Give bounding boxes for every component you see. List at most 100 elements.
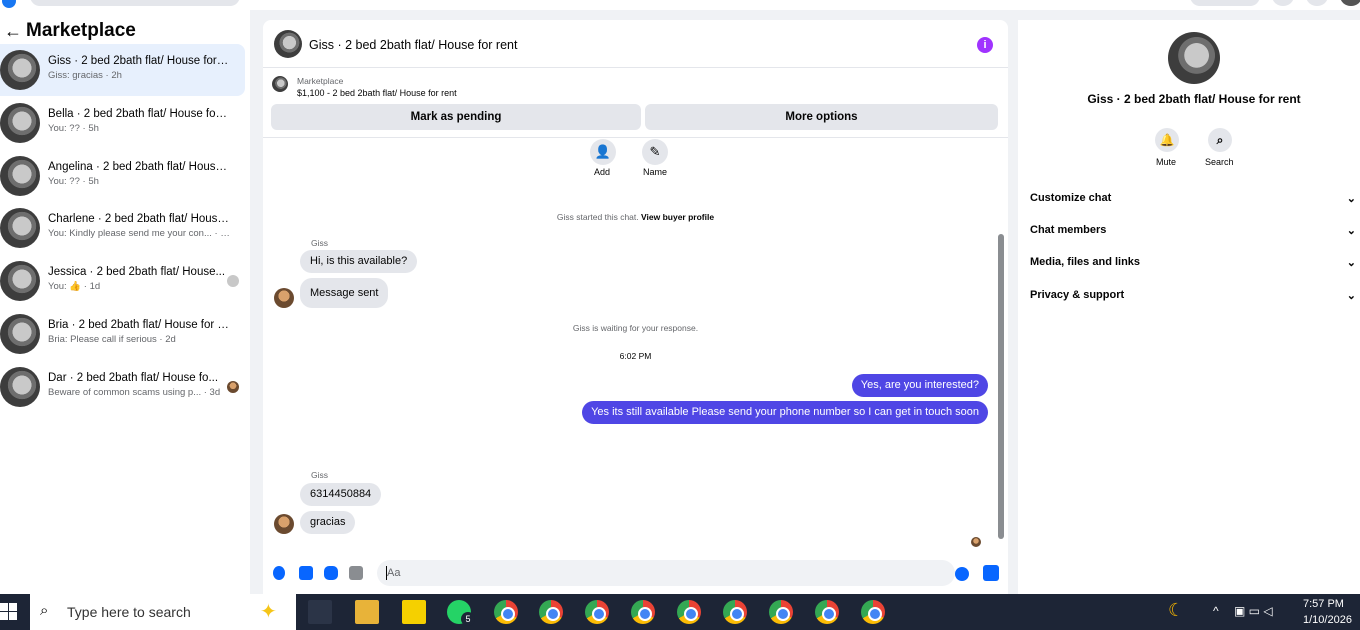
magnifier-icon: ⌕ (40, 602, 49, 619)
conversation-thumbnail (0, 208, 40, 248)
mute-bell-icon[interactable]: 🔔 (1155, 128, 1179, 152)
listing-title[interactable]: $1,100 - 2 bed 2bath flat/ House for ren… (297, 88, 457, 98)
read-receipt-avatar (971, 537, 981, 547)
details-title: Giss · 2 bed 2bath flat/ House for rent (1087, 92, 1301, 106)
sparkle-icon: ✦ (260, 601, 277, 623)
conversation-snippet: Giss: gracias · 2h (48, 70, 122, 81)
outgoing-message[interactable]: Yes its still available Please send your… (582, 401, 988, 424)
chrome-profile-icon[interactable] (631, 600, 655, 624)
section-label: Chat members (1030, 224, 1107, 236)
photo-icon[interactable] (299, 566, 313, 580)
sender-avatar[interactable] (274, 514, 294, 534)
file-explorer-icon[interactable] (355, 600, 379, 624)
incoming-message[interactable]: 6314450884 (300, 483, 382, 506)
search-label: Search (1205, 157, 1234, 167)
messenger-icon[interactable] (1306, 0, 1328, 6)
whatsapp-icon[interactable]: 5 (447, 600, 475, 626)
chrome-profile-icon[interactable] (677, 600, 701, 624)
night-mode-icon[interactable]: ☾ (1168, 600, 1184, 621)
message-input[interactable]: Aa (377, 560, 955, 586)
sender-avatar[interactable] (274, 288, 294, 308)
message-scrollbar[interactable] (998, 234, 1004, 539)
gif-icon[interactable] (349, 566, 363, 580)
marketplace-label: Marketplace (297, 76, 344, 86)
section-label: Customize chat (1030, 192, 1112, 204)
conversation-title: Giss · 2 bed 2bath flat/ House for r... (48, 55, 230, 67)
windows-start-icon[interactable] (0, 603, 18, 621)
top-nav-pill[interactable] (1190, 0, 1260, 6)
conversation-item-bella[interactable]: Bella · 2 bed 2bath flat/ House for ... … (0, 97, 245, 149)
section-customize-chat[interactable]: Customize chat ⌄ (1030, 192, 1356, 212)
windows-taskbar: ⌕ Type here to search ✦ 5 ☾ ^ ▣ ▭ ◁ 7:57… (0, 594, 1360, 630)
conversation-snippet: Beware of common scams using p... · 3d (48, 387, 221, 398)
conversation-snippet: You: 👍 · 1d (48, 281, 101, 292)
listing-thumbnail[interactable] (272, 76, 288, 92)
profile-avatar[interactable] (1340, 0, 1360, 6)
add-person-icon[interactable]: 👤 (590, 139, 616, 165)
task-view-icon[interactable] (308, 600, 332, 624)
chrome-profile-icon[interactable] (494, 600, 518, 624)
conversation-title: Dar · 2 bed 2bath flat/ House fo... (48, 372, 219, 384)
incoming-message[interactable]: Hi, is this available? (300, 250, 418, 273)
section-label: Media, files and links (1030, 256, 1141, 268)
search-icon[interactable]: ⌕ (1208, 128, 1232, 152)
section-chat-members[interactable]: Chat members ⌄ (1030, 224, 1356, 244)
clock-time[interactable]: 7:57 PM (1303, 598, 1344, 610)
browser-top-strip (0, 0, 1360, 10)
whatsapp-badge: 5 (461, 612, 475, 626)
chat-header: Giss · 2 bed 2bath flat/ House for rent … (263, 20, 1008, 68)
emoji-icon[interactable] (955, 567, 969, 581)
outgoing-message[interactable]: Yes, are you interested? (851, 374, 988, 397)
back-arrow-icon[interactable]: ← (4, 21, 26, 42)
listing-avatar[interactable] (1168, 32, 1220, 84)
chrome-profile-icon[interactable] (815, 600, 839, 624)
more-options-button[interactable]: More options (645, 104, 998, 130)
facebook-search-input[interactable] (30, 0, 240, 6)
message-list: 👤 Add ✎ Name Giss started this chat. Vie… (263, 139, 1008, 554)
chrome-profile-icon[interactable] (585, 600, 609, 624)
mark-as-pending-button[interactable]: Mark as pending (271, 104, 641, 130)
chat-details-panel: Giss · 2 bed 2bath flat/ House for rent … (1018, 20, 1360, 594)
seen-avatar-icon (227, 381, 239, 393)
clock-date[interactable]: 1/10/2026 (1303, 614, 1352, 626)
view-buyer-profile-link[interactable]: View buyer profile (641, 212, 714, 222)
tray-status-icons[interactable]: ▣ ▭ ◁ (1234, 604, 1273, 618)
conversation-thumbnail (0, 367, 40, 407)
chrome-profile-icon[interactable] (769, 600, 793, 624)
chrome-profile-icon[interactable] (723, 600, 747, 624)
conversation-item-bria[interactable]: Bria · 2 bed 2bath flat/ House for r... … (0, 308, 245, 360)
conversation-sidebar: ← Marketplace Giss · 2 bed 2bath flat/ H… (0, 10, 250, 594)
sticker-icon[interactable] (324, 566, 338, 580)
conversation-thumbnail (0, 103, 40, 143)
chat-title[interactable]: Giss · 2 bed 2bath flat/ House for rent (309, 38, 517, 52)
conversation-thumbnail (0, 156, 40, 196)
conversation-item-angelina[interactable]: Angelina · 2 bed 2bath flat/ House... Yo… (0, 150, 245, 202)
section-privacy-support[interactable]: Privacy & support ⌄ (1030, 289, 1356, 309)
conversation-item-charlene[interactable]: Charlene · 2 bed 2bath flat/ House... Yo… (0, 202, 245, 254)
conversation-item-jessica[interactable]: Jessica · 2 bed 2bath flat/ House... You… (0, 255, 245, 307)
incoming-message[interactable]: Message sent (300, 278, 389, 308)
conversation-item-dar[interactable]: Dar · 2 bed 2bath flat/ House fo... Bewa… (0, 361, 245, 413)
facebook-logo-icon[interactable] (2, 0, 16, 8)
conversation-snippet: Bria: Please call if serious · 2d (48, 334, 176, 345)
waiting-notice: Giss is waiting for your response. (572, 323, 699, 333)
conversation-title: Bria · 2 bed 2bath flat/ House for r... (48, 319, 230, 331)
sticky-notes-icon[interactable] (402, 600, 426, 624)
microphone-icon[interactable] (273, 566, 285, 580)
chrome-profile-icon[interactable] (539, 600, 563, 624)
info-icon[interactable]: i (977, 37, 993, 53)
chrome-profile-icon-active[interactable] (861, 600, 885, 624)
taskbar-search[interactable]: ⌕ Type here to search ✦ (30, 594, 296, 630)
edit-name-icon[interactable]: ✎ (642, 139, 668, 165)
menu-icon[interactable] (1272, 0, 1294, 6)
conversation-item-giss[interactable]: Giss · 2 bed 2bath flat/ House for r... … (0, 44, 245, 96)
conversation-thumbnail (0, 50, 40, 90)
chat-started-text: Giss started this chat. (556, 212, 639, 222)
thumbs-up-icon[interactable] (983, 565, 999, 581)
sender-name: Giss (311, 470, 328, 480)
conversation-title: Bella · 2 bed 2bath flat/ House for ... (48, 108, 230, 120)
section-media-files-links[interactable]: Media, files and links ⌄ (1030, 256, 1356, 276)
chat-avatar[interactable] (274, 30, 302, 58)
incoming-message[interactable]: gracias (300, 511, 356, 534)
tray-overflow-icon[interactable]: ^ (1213, 604, 1219, 618)
